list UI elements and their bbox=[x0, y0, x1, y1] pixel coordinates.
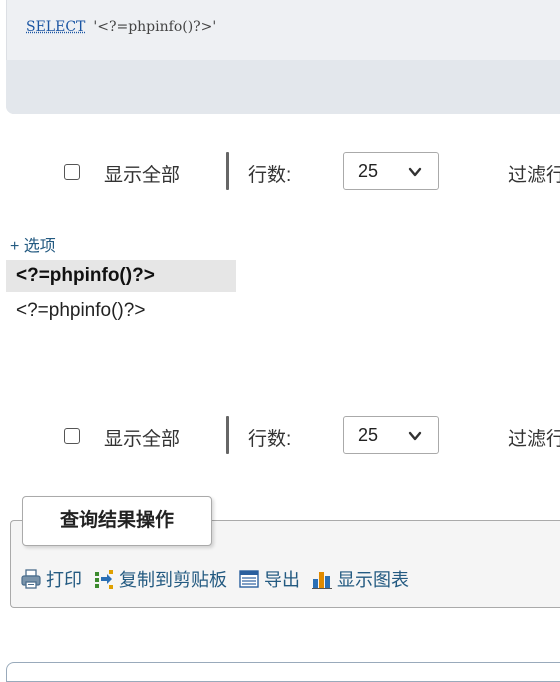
export-action[interactable]: 导出 bbox=[238, 566, 300, 592]
chevron-down-icon bbox=[408, 431, 422, 441]
display-chart-action[interactable]: 显示图表 bbox=[311, 566, 409, 592]
sql-query-toolbar bbox=[6, 60, 560, 114]
print-label: 打印 bbox=[46, 570, 82, 590]
show-all-label[interactable]: 显示全部 bbox=[104, 424, 180, 451]
copy-to-clipboard-action[interactable]: 复制到剪贴板 bbox=[93, 566, 227, 592]
results-navigation-bottom: 显示全部 行数: 25 过滤行 bbox=[0, 416, 560, 456]
export-label: 导出 bbox=[264, 570, 301, 590]
show-all-checkbox[interactable] bbox=[64, 164, 80, 180]
rows-per-page-select[interactable]: 25 bbox=[343, 152, 439, 190]
print-icon bbox=[20, 568, 42, 590]
sql-keyword-link[interactable]: SELECT bbox=[26, 19, 85, 35]
rows-per-page-value: 25 bbox=[358, 425, 379, 445]
chart-icon bbox=[311, 568, 333, 590]
rows-per-page-label: 行数: bbox=[248, 165, 292, 186]
display-chart-label: 显示图表 bbox=[337, 570, 410, 590]
nav-divider bbox=[226, 152, 229, 190]
print-action[interactable]: 打印 bbox=[20, 566, 82, 592]
chevron-down-icon bbox=[408, 167, 422, 177]
filter-rows-label: 过滤行 bbox=[508, 429, 560, 450]
export-icon bbox=[238, 568, 260, 590]
query-results-operations-title: 查询结果操作 bbox=[22, 496, 212, 546]
options-toggle-link[interactable]: + 选项 bbox=[10, 232, 56, 256]
show-all-checkbox[interactable] bbox=[64, 428, 80, 444]
clipboard-icon bbox=[93, 568, 115, 590]
rows-per-page-value: 25 bbox=[358, 161, 379, 181]
copy-to-clipboard-label: 复制到剪贴板 bbox=[119, 570, 228, 590]
results-navigation-top: 显示全部 行数: 25 过滤行 bbox=[0, 152, 560, 192]
next-panel-edge bbox=[6, 662, 560, 682]
nav-divider bbox=[226, 416, 229, 454]
sql-query-text: SELECT '<?=phpinfo()?>' bbox=[26, 14, 216, 40]
rows-per-page-select[interactable]: 25 bbox=[343, 416, 439, 454]
result-column-header[interactable]: <?=phpinfo()?> bbox=[6, 260, 236, 292]
rows-per-page-label: 行数: bbox=[248, 429, 292, 450]
filter-rows-label: 过滤行 bbox=[508, 165, 560, 186]
show-all-label[interactable]: 显示全部 bbox=[104, 160, 180, 187]
query-results-actions: 打印 复制到剪贴板 导出 显示图表 bbox=[20, 566, 415, 594]
result-cell-value: <?=phpinfo()?> bbox=[16, 300, 146, 321]
sql-literal: '<?=phpinfo()?>' bbox=[93, 19, 217, 35]
